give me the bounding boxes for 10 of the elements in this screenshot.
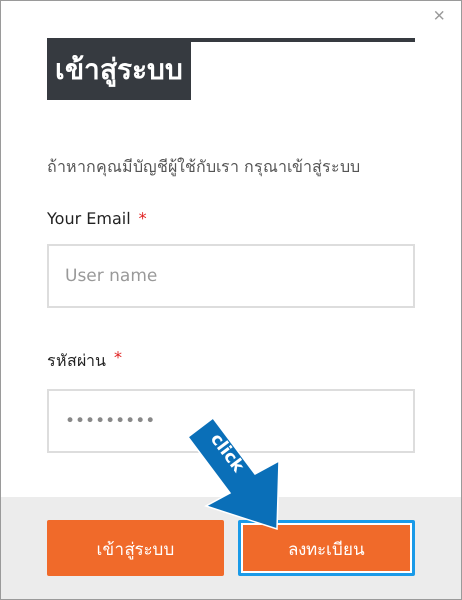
dialog-title: เข้าสู่ระบบ bbox=[47, 42, 191, 100]
intro-text: ถ้าหากคุณมีบัญชีผู้ใช้กับเรา กรุณาเข้าสู่ระบบ bbox=[47, 156, 362, 178]
close-button[interactable]: × bbox=[429, 5, 449, 28]
field-label: รหัสผ่าน bbox=[47, 350, 106, 372]
login-button[interactable]: เข้าสู่ระบบ bbox=[47, 520, 224, 576]
register-button[interactable]: ลงทะเบียน bbox=[238, 520, 415, 576]
required-mark: * bbox=[114, 348, 122, 369]
required-mark: * bbox=[138, 209, 147, 228]
input-field[interactable]: User name bbox=[47, 244, 415, 308]
field-label: Your Email bbox=[47, 209, 131, 228]
